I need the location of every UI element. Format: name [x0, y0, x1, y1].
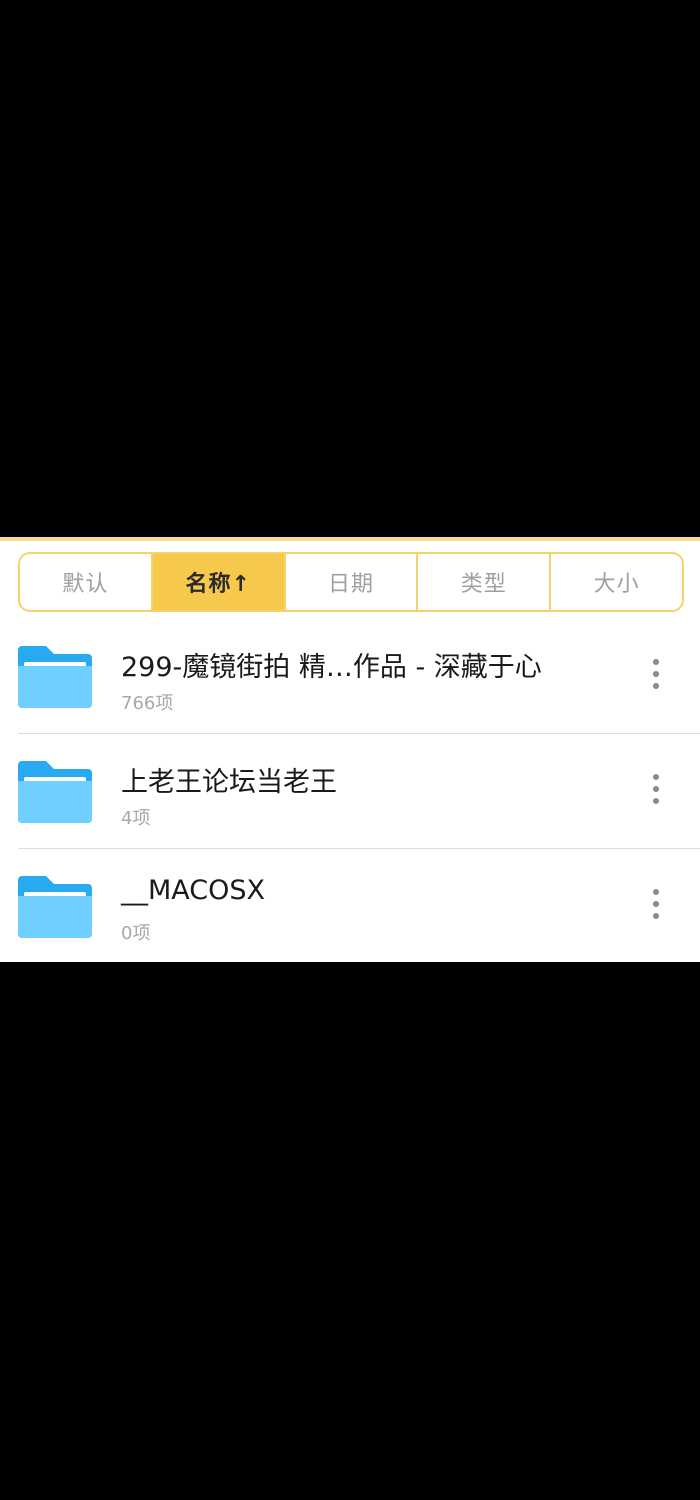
folder-item-count: 0项 — [121, 923, 151, 944]
sort-option-default[interactable]: 默认 — [20, 554, 153, 610]
more-options-icon[interactable] — [650, 774, 662, 804]
letterbox-top — [0, 0, 700, 537]
sort-option-type[interactable]: 类型 — [418, 554, 552, 610]
sort-option-date[interactable]: 日期 — [286, 554, 419, 610]
folder-item-count: 4项 — [121, 808, 151, 829]
folder-name: 299-魔镜街拍 精…作品 - 深藏于心 — [121, 652, 542, 683]
folder-row[interactable]: 299-魔镜街拍 精…作品 - 深藏于心 766项 — [18, 619, 700, 734]
folder-item-count: 766项 — [121, 693, 174, 714]
folder-icon — [18, 646, 92, 708]
folder-icon — [18, 876, 92, 938]
folder-row[interactable]: 上老王论坛当老王 4项 — [18, 734, 700, 849]
sort-options-bar: 默认 名称↑ 日期 类型 大小 — [18, 552, 684, 612]
sort-and-file-sheet: 默认 名称↑ 日期 类型 大小 299-魔镜街拍 精…作品 - 深藏于心 766… — [0, 537, 700, 964]
folder-icon — [18, 761, 92, 823]
letterbox-bottom — [0, 962, 700, 1500]
folder-name: __MACOSX — [121, 875, 266, 906]
folder-name: 上老王论坛当老王 — [121, 767, 337, 798]
sort-option-name[interactable]: 名称↑ — [152, 554, 286, 610]
more-options-icon[interactable] — [650, 659, 662, 689]
folder-row[interactable]: __MACOSX 0项 — [18, 849, 700, 964]
sort-option-size[interactable]: 大小 — [551, 554, 682, 610]
more-options-icon[interactable] — [650, 889, 662, 919]
file-list: 299-魔镜街拍 精…作品 - 深藏于心 766项 上老王论坛当老王 4项 __… — [0, 619, 700, 964]
